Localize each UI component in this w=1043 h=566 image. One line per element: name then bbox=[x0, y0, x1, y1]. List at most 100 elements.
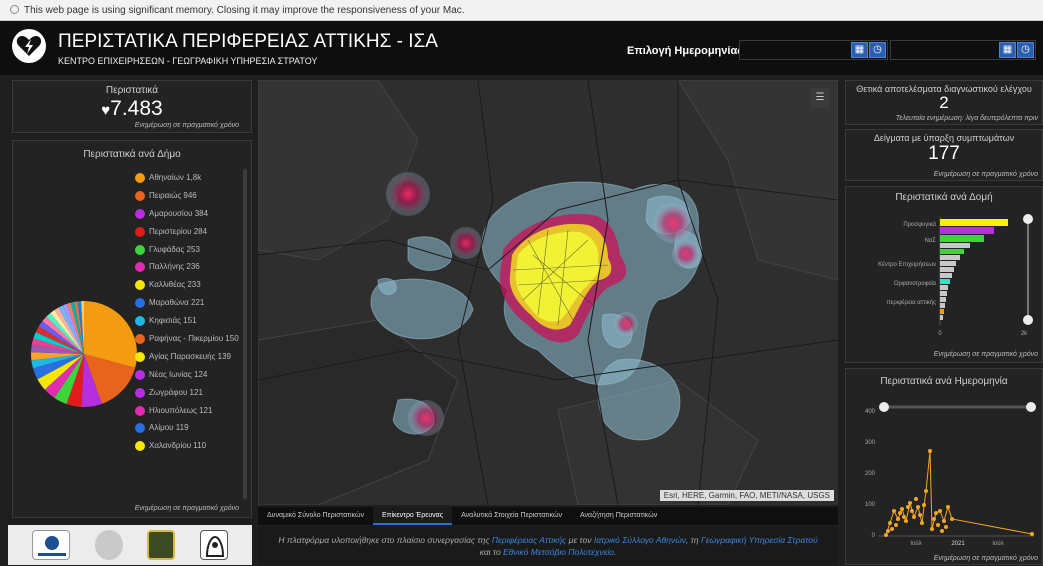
y-tick-100: 100 bbox=[865, 502, 876, 508]
y-tick-200: 200 bbox=[865, 471, 876, 477]
municipality-legend-label: Κηφισιάς 151 bbox=[149, 316, 197, 326]
municipality-legend-item[interactable]: Ζωγράφου 121 bbox=[135, 387, 239, 406]
dashboard-header: ΠΕΡΙΣΤΑΤΙΚΑ ΠΕΡΙΦΕΡΕΙΑΣ ΑΤΤΙΚΗΣ - ΙΣΑ ΚΕ… bbox=[0, 21, 1043, 75]
positive-updated: Τελευταία ενημέρωση: λίγα δευτερόλεπτα π… bbox=[895, 115, 1038, 122]
municipality-legend-item[interactable]: Αθηναίων 1,8k bbox=[135, 173, 239, 191]
region-attica-link[interactable]: Περιφέρειας Αττικής bbox=[492, 535, 566, 545]
structure-updated: Ενημέρωση σε πραγματικό χρόνο bbox=[933, 351, 1038, 358]
positive-count: 2 bbox=[939, 93, 949, 112]
structure-range-handle-bottom[interactable] bbox=[1023, 315, 1033, 325]
date-range-handle-right[interactable] bbox=[1026, 402, 1036, 412]
municipality-pie-chart[interactable] bbox=[29, 299, 139, 409]
legend-color-dot bbox=[135, 190, 145, 201]
municipality-legend-label: Ηλιουπόλεως 121 bbox=[149, 405, 213, 415]
ntua-logo-icon[interactable] bbox=[199, 530, 228, 560]
structure-axis-min: 0 bbox=[938, 331, 942, 337]
heart-icon: ♥ bbox=[101, 102, 111, 119]
municipality-title: Περιστατικά ανά Δήμο bbox=[83, 149, 181, 160]
municipality-legend-item[interactable]: Χαλανδρίου 110 bbox=[135, 441, 239, 459]
x-tick-jul-1: Ιούλ bbox=[910, 541, 921, 547]
y-tick-300: 300 bbox=[865, 440, 876, 446]
municipality-legend-label: Ραφήνας - Πικερμίου 150 bbox=[149, 334, 239, 344]
legend-color-dot bbox=[135, 405, 145, 416]
date-points bbox=[884, 449, 1034, 537]
footer-text-2: με τον bbox=[566, 535, 594, 545]
municipality-legend-item[interactable]: Παλλήνης 236 bbox=[135, 262, 239, 280]
cases-updated: Ενημέρωση σε πραγματικό χρόνο bbox=[134, 122, 239, 129]
municipality-legend-item[interactable]: Γλυφάδας 253 bbox=[135, 244, 239, 263]
municipality-legend-item[interactable]: Αλίμου 119 bbox=[135, 423, 239, 441]
structure-bars bbox=[940, 219, 1008, 320]
municipality-legend-item[interactable]: Νέας Ιωνίας 124 bbox=[135, 369, 239, 388]
municipality-legend-item[interactable]: Ραφήνας - Πικερμίου 150 bbox=[135, 334, 239, 352]
legend-color-dot bbox=[135, 351, 145, 362]
legend-scrollbar[interactable] bbox=[243, 169, 247, 499]
y-tick-0: 0 bbox=[872, 533, 876, 539]
structure-label-4: Ορφανοτροφεία bbox=[894, 281, 937, 287]
map-canvas[interactable] bbox=[258, 80, 838, 505]
medical-association-logo-icon[interactable] bbox=[94, 530, 123, 560]
structure-range-handle-top[interactable] bbox=[1023, 214, 1033, 224]
municipality-legend-item[interactable]: Μαραθώνα 221 bbox=[135, 298, 239, 316]
medical-association-link[interactable]: Ιατρικό Σύλλογο Αθηνών bbox=[594, 535, 686, 545]
structure-bar-chart[interactable]: Προσφυγικά ΝαΣ Κέντρο Επιχειρήσεων Ορφαν… bbox=[846, 207, 1042, 337]
cases-count: 7.483 bbox=[110, 97, 163, 120]
calendar-icon[interactable]: ▦ bbox=[851, 42, 868, 58]
structure-axis-max: 2k bbox=[1021, 331, 1028, 337]
map-tab[interactable]: Αναλυτικά Στοιχεία Περιστατικών bbox=[452, 507, 571, 525]
date-range-handle-left[interactable] bbox=[879, 402, 889, 412]
structure-label-5: περιφέρεια αττικής bbox=[887, 299, 937, 306]
legend-color-dot bbox=[135, 262, 145, 273]
structure-title: Περιστατικά ανά Δομή bbox=[895, 192, 993, 203]
legend-color-dot bbox=[135, 280, 145, 291]
clock-icon[interactable]: ◷ bbox=[1017, 42, 1034, 58]
geographic-service-logo-icon[interactable] bbox=[147, 530, 176, 560]
y-tick-400: 400 bbox=[865, 409, 876, 415]
clock-icon[interactable]: ◷ bbox=[869, 42, 886, 58]
end-date-input[interactable]: ▦ ◷ bbox=[890, 40, 1036, 60]
partner-logos bbox=[8, 525, 252, 565]
municipality-updated: Ενημέρωση σε πραγματικό χρόνο bbox=[134, 505, 239, 512]
legend-color-dot bbox=[135, 298, 145, 309]
map-tab[interactable]: Αναζήτηση Περιστατικών bbox=[571, 507, 666, 525]
map-tabs: Δυναμικό Σύνολο Περιστατικών Επίκεντρο Έρ… bbox=[258, 507, 838, 525]
symptoms-title: Δείγματα με ύπαρξη συμπτωμάτων bbox=[873, 133, 1015, 143]
municipality-legend-item[interactable]: Αμαρουσίου 384 bbox=[135, 208, 239, 227]
geographic-service-link[interactable]: Γεωγραφική Υπηρεσία Στρατού bbox=[701, 535, 818, 545]
map-tab[interactable]: Επίκεντρο Έρευνας bbox=[373, 507, 453, 525]
legend-color-dot bbox=[135, 334, 145, 345]
heatmap-map[interactable]: ☰ Esri, HERE, Garmin, FAO, METI/NASA, US… bbox=[258, 80, 838, 505]
municipality-legend-item[interactable]: Περιστερίου 284 bbox=[135, 226, 239, 245]
date-chart-title: Περιστατικά ανά Ημερομηνία bbox=[880, 376, 1008, 387]
date-scatter-chart[interactable]: 400 300 200 100 0 Ιούλ 2021 Ιούλ bbox=[846, 391, 1042, 551]
date-picker-label: Επιλογή Ημερομηνίας: bbox=[627, 45, 747, 57]
municipality-legend-label: Αλίμου 119 bbox=[149, 423, 189, 433]
legend-color-dot bbox=[135, 316, 145, 327]
map-tab[interactable]: Δυναμικό Σύνολο Περιστατικών bbox=[258, 507, 373, 525]
municipality-legend-label: Αμαρουσίου 384 bbox=[149, 208, 209, 218]
calendar-icon[interactable]: ▦ bbox=[999, 42, 1016, 58]
layers-toggle-icon[interactable]: ☰ bbox=[810, 88, 830, 108]
date-panel: Περιστατικά ανά Ημερομηνία 400 300 200 1… bbox=[845, 368, 1043, 565]
browser-memory-notice: This web page is using significant memor… bbox=[0, 0, 1043, 21]
municipality-legend-item[interactable]: Καλλιθέας 233 bbox=[135, 280, 239, 298]
municipality-legend-item[interactable]: Κηφισιάς 151 bbox=[135, 316, 239, 334]
municipality-legend-label: Γλυφάδας 253 bbox=[149, 244, 200, 254]
municipality-legend-item[interactable]: Πειραιώς 946 bbox=[135, 190, 239, 209]
ntua-link[interactable]: Εθνικό Μετσόβιο Πολυτεχνείο bbox=[503, 547, 614, 557]
municipality-panel: Περιστατικά ανά Δήμο Αθηναίων 1,8k Πειραι… bbox=[12, 140, 252, 518]
legend-color-dot bbox=[135, 173, 145, 183]
footer-text-3: , τη bbox=[685, 535, 701, 545]
municipality-legend-item[interactable]: Ηλιουπόλεως 121 bbox=[135, 405, 239, 424]
municipality-legend-item[interactable]: Αγίας Παρασκευής 139 bbox=[135, 351, 239, 370]
municipality-legend-label: Αθηναίων 1,8k bbox=[149, 173, 202, 182]
cases-panel: Περιστατικά ♥7.483 Ενημέρωση σε πραγματι… bbox=[12, 80, 252, 133]
x-tick-jul-2: Ιούλ bbox=[992, 541, 1003, 547]
structure-panel: Περιστατικά ανά Δομή Προσφυγικά ΝαΣ Κέντ… bbox=[845, 186, 1043, 363]
region-attica-logo-icon[interactable] bbox=[32, 530, 71, 560]
start-date-input[interactable]: ▦ ◷ bbox=[739, 40, 888, 60]
legend-color-dot bbox=[135, 226, 145, 237]
structure-label-2: ΝαΣ bbox=[924, 238, 936, 244]
heart-bolt-logo-icon bbox=[12, 29, 46, 63]
legend-color-dot bbox=[135, 244, 145, 255]
